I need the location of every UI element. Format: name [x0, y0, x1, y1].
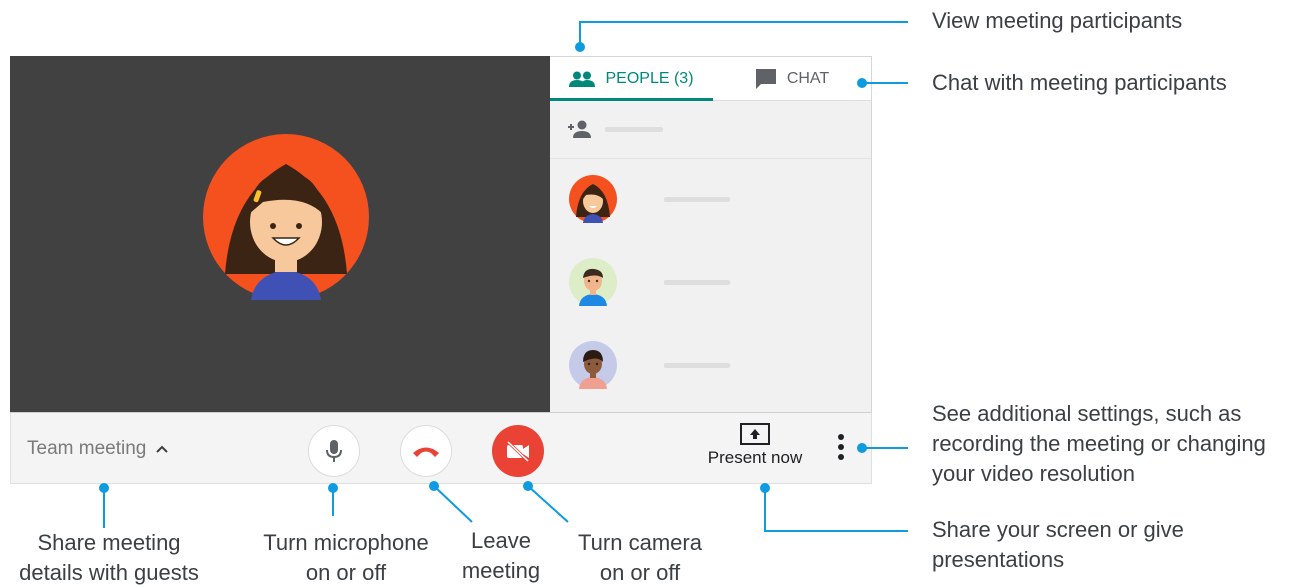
annotation-share-screen-line1: Share your screen or give	[932, 517, 1184, 542]
annotation-share-screen: Share your screen or give presentations	[932, 515, 1184, 575]
annotation-chat: Chat with meeting participants	[932, 70, 1227, 95]
annotation-microphone: Turn microphone on or off	[248, 528, 444, 588]
annotation-share-details-line1: Share meeting	[37, 530, 181, 555]
annotation-settings: See additional settings, such as recordi…	[932, 399, 1266, 489]
annotation-camera: Turn camera on or off	[560, 528, 720, 588]
annotation-leave: Leave meeting	[452, 526, 550, 586]
annotation-settings-line2: recording the meeting or changing	[932, 431, 1266, 456]
annotation-microphone-line1: Turn microphone	[263, 530, 429, 555]
annotation-leave-line1: Leave	[471, 528, 531, 553]
annotation-settings-line1: See additional settings, such as	[932, 401, 1242, 426]
annotation-share-details: Share meeting details with guests	[4, 528, 214, 588]
annotation-share-screen-line2: presentations	[932, 547, 1065, 572]
annotation-leave-line2: meeting	[461, 558, 541, 583]
annotation-view-participants: View meeting participants	[932, 8, 1183, 33]
annotation-camera-line1: Turn camera	[578, 530, 702, 555]
annotation-settings-line3: your video resolution	[932, 461, 1136, 486]
